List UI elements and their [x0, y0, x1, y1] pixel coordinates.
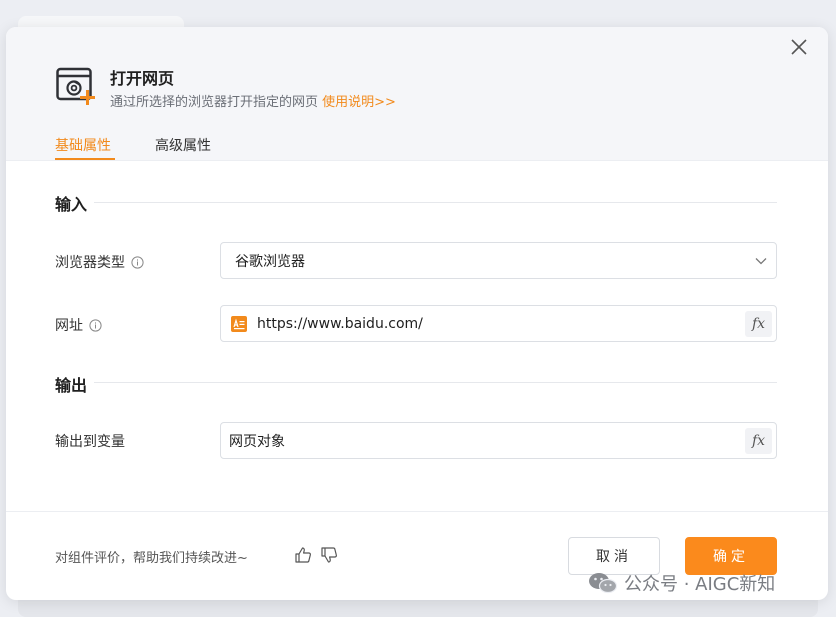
wechat-icon: [589, 573, 618, 594]
dialog-subtitle: 通过所选择的浏览器打开指定的网页 使用说明>>: [110, 91, 396, 110]
info-icon: [131, 255, 144, 269]
tab-basic-properties[interactable]: 基础属性: [55, 135, 111, 155]
browser-type-label-text: 浏览器类型: [55, 255, 125, 271]
open-webpage-dialog: 打开网页 通过所选择的浏览器打开指定的网页 使用说明>> 基础属性 高级属性 输…: [6, 27, 828, 600]
chevron-down-icon: [755, 258, 767, 265]
url-fx-button[interactable]: fx: [745, 311, 772, 337]
output-section-title: 输出: [55, 376, 88, 395]
output-variable-label: 输出到变量: [55, 431, 125, 451]
section-divider: [94, 382, 777, 383]
url-label-text: 网址: [55, 318, 83, 334]
output-fx-button[interactable]: fx: [745, 428, 772, 454]
dialog-header: 打开网页 通过所选择的浏览器打开指定的网页 使用说明>> 基础属性 高级属性: [6, 27, 828, 161]
section-divider: [94, 202, 777, 203]
browser-type-label: 浏览器类型: [55, 252, 144, 272]
tab-advanced-properties[interactable]: 高级属性: [155, 135, 211, 155]
output-variable-label-text: 输出到变量: [55, 434, 125, 450]
subtitle-text: 通过所选择的浏览器打开指定的网页: [110, 95, 319, 110]
input-section-title: 输入: [55, 195, 88, 214]
active-tab-indicator: [55, 158, 115, 160]
feedback-text: 对组件评价，帮助我们持续改进~: [55, 551, 248, 566]
footer-divider: [6, 511, 828, 512]
output-variable-input[interactable]: 网页对象 fx: [220, 422, 777, 459]
url-value: https://www.baidu.com/: [257, 315, 423, 332]
help-link[interactable]: 使用说明>>: [322, 95, 396, 110]
browser-type-value: 谷歌浏览器: [235, 253, 305, 270]
url-input[interactable]: https://www.baidu.com/ fx: [220, 305, 777, 342]
watermark: 公众号 · AIGC新知: [588, 570, 775, 596]
watermark-text: 公众号 · AIGC新知: [624, 574, 776, 595]
background-panel: [18, 598, 818, 617]
url-variable-icon: [231, 315, 247, 332]
dialog-title: 打开网页: [110, 69, 175, 88]
open-webpage-icon: [56, 67, 95, 105]
thumbs-up-icon[interactable]: [294, 546, 312, 564]
url-label: 网址: [55, 315, 102, 335]
browser-type-select[interactable]: 谷歌浏览器: [220, 242, 777, 279]
info-icon: [89, 318, 102, 332]
thumbs-down-icon[interactable]: [320, 546, 338, 564]
output-variable-value: 网页对象: [229, 433, 285, 450]
close-icon[interactable]: [788, 36, 810, 58]
